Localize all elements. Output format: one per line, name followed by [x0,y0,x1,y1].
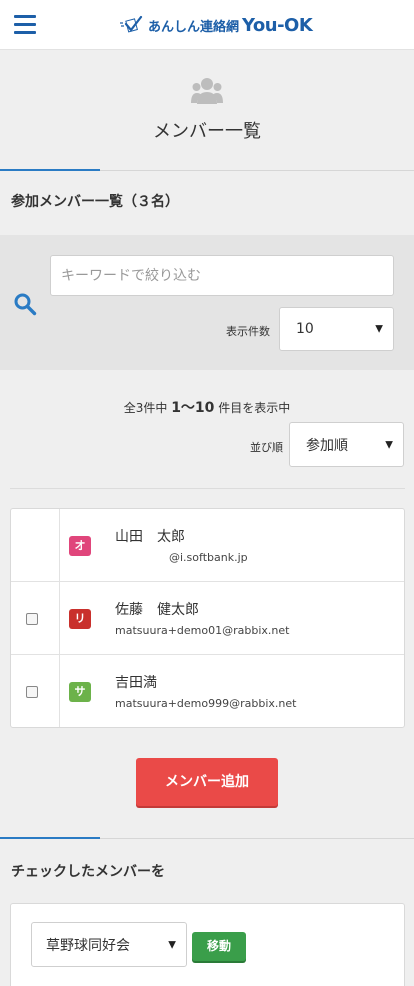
page-title: メンバー一覧 [153,121,261,142]
member-email: matsuura+demo01@rabbix.net [115,624,290,637]
title-divider-accent [0,169,100,171]
member-row[interactable]: リ 佐藤 健太郎 matsuura+demo01@rabbix.net [11,582,404,655]
sort-select[interactable]: 参加順 ▼ [289,422,404,467]
perpage-select[interactable]: 10 ▼ [279,307,394,351]
checked-members-heading: チェックしたメンバーを [11,864,165,880]
member-list: オ 山田 太郎 @i.softbank.jp リ 佐藤 健太郎 matsuura… [10,508,405,728]
group-select[interactable]: 草野球同好会 ▼ [31,922,187,967]
count-prefix: 全3件中 [123,401,168,415]
perpage-value: 10 [296,321,314,337]
members-heading: 参加メンバー一覧（３名） [11,194,179,210]
check-logo-icon [120,15,143,33]
search-icon[interactable] [13,292,37,316]
list-divider [10,488,405,489]
sort-label: 並び順 [250,441,283,454]
count-suffix: 件目を表示中 [218,401,291,415]
add-member-button[interactable]: メンバー追加 [136,758,278,806]
filter-panel: 表示件数 10 ▼ [0,235,414,370]
member-checkbox[interactable] [26,686,38,698]
member-email: @i.softbank.jp [169,551,248,564]
menu-icon[interactable] [14,15,36,35]
caret-down-icon: ▼ [385,439,393,450]
sort-value: 参加順 [306,437,348,454]
keyword-input[interactable] [50,255,394,296]
member-name: 吉田満 [115,675,157,691]
member-badge: オ [69,536,91,556]
app-logo[interactable]: あんしん連絡網 You-OK [118,13,313,37]
move-panel: 草野球同好会 ▼ 移動 [10,903,405,986]
move-button[interactable]: 移動 [192,932,246,961]
caret-down-icon: ▼ [168,939,176,950]
result-count: 全3件中 1〜10 件目を表示中 [0,397,414,417]
member-row[interactable]: オ 山田 太郎 @i.softbank.jp [11,509,404,582]
top-bar: あんしん連絡網 You-OK [0,0,414,50]
perpage-label: 表示件数 [226,325,270,338]
logo-text: あんしん連絡網 [148,19,240,35]
group-icon [191,78,223,104]
count-range: 1〜10 [171,400,215,416]
member-badge: サ [69,682,91,702]
actions-divider-accent [0,837,100,839]
member-checkbox[interactable] [26,613,38,625]
group-select-value: 草野球同好会 [46,937,130,954]
logo-brand: You-OK [242,14,313,36]
member-badge: リ [69,609,91,629]
caret-down-icon: ▼ [375,323,383,335]
member-name: 山田 太郎 [115,529,185,545]
member-name: 佐藤 健太郎 [115,602,199,618]
member-row[interactable]: サ 吉田満 matsuura+demo999@rabbix.net [11,655,404,728]
member-email: matsuura+demo999@rabbix.net [115,697,297,710]
